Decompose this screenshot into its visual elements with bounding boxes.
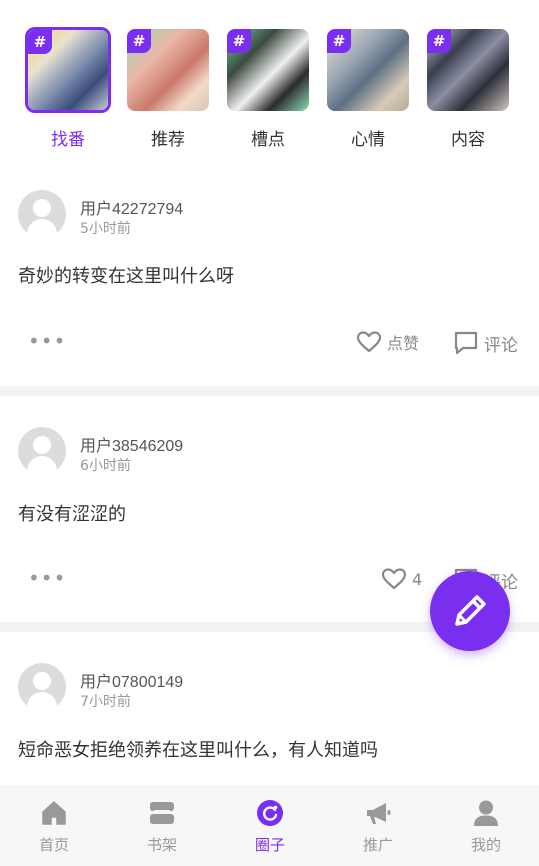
- username[interactable]: 用户07800149: [80, 668, 183, 692]
- nav-label: 书架: [146, 836, 177, 854]
- more-options-icon[interactable]: •••: [28, 568, 66, 588]
- username[interactable]: 用户42272794: [80, 195, 183, 219]
- hash-badge: #: [427, 29, 451, 53]
- more-options-icon[interactable]: •••: [28, 331, 66, 351]
- nav-item-home[interactable]: 首页: [0, 787, 108, 866]
- topic-label: 内容: [451, 130, 485, 150]
- username[interactable]: 用户38546209: [80, 432, 183, 456]
- topic-label: 心情: [351, 130, 385, 150]
- like-label: 点赞: [387, 334, 420, 353]
- nav-item-promote[interactable]: 推广: [324, 787, 432, 866]
- topic-item-find[interactable]: # 找番: [23, 27, 113, 150]
- topic-item-content[interactable]: # 内容: [423, 27, 513, 150]
- nav-item-bookshelf[interactable]: 书架: [108, 787, 216, 866]
- comment-icon: [454, 331, 478, 355]
- topic-row: # 找番 # 推荐 # 槽点 # 心情 # 内容: [0, 0, 539, 166]
- profile-icon: [474, 800, 498, 826]
- bottom-navigation: 首页 书架 圈子 推广 我的: [0, 786, 539, 866]
- heart-icon: [381, 568, 407, 590]
- pencil-icon: [455, 595, 486, 626]
- post-content[interactable]: 有没有涩涩的: [18, 500, 126, 526]
- nav-item-circle[interactable]: 圈子: [216, 787, 324, 866]
- avatar[interactable]: [18, 663, 66, 711]
- heart-icon: [356, 331, 382, 353]
- hash-badge: #: [227, 29, 251, 53]
- post-card[interactable]: 用户42272794 5小时前 奇妙的转变在这里叫什么呀 ••• 点赞 评论: [0, 166, 539, 386]
- post-time: 7小时前: [80, 694, 131, 710]
- comment-button[interactable]: 评论: [453, 330, 518, 356]
- post-card[interactable]: 用户07800149 7小时前 短命恶女拒绝领养在这里叫什么，有人知道吗: [0, 632, 539, 786]
- topic-thumbnail[interactable]: #: [425, 27, 511, 113]
- like-button[interactable]: 点赞: [356, 330, 419, 354]
- comment-label: 评论: [484, 335, 518, 356]
- topic-label: 推荐: [151, 130, 185, 150]
- topic-label: 找番: [51, 130, 85, 150]
- nav-label: 我的: [470, 836, 501, 854]
- topic-thumbnail[interactable]: #: [225, 27, 311, 113]
- post-content[interactable]: 短命恶女拒绝领养在这里叫什么，有人知道吗: [18, 736, 378, 762]
- hash-badge: #: [127, 29, 151, 53]
- topic-item-mood[interactable]: # 心情: [323, 27, 413, 150]
- divider: [0, 386, 539, 396]
- hash-badge: #: [327, 29, 351, 53]
- post-time: 5小时前: [80, 221, 131, 237]
- topic-thumbnail[interactable]: #: [25, 27, 111, 113]
- nav-label: 圈子: [254, 836, 285, 854]
- topic-item-complaint[interactable]: # 槽点: [223, 27, 313, 150]
- nav-label: 推广: [362, 836, 393, 854]
- home-icon: [42, 801, 66, 825]
- hash-badge: #: [28, 30, 52, 54]
- like-button[interactable]: 4: [381, 567, 422, 591]
- topic-item-recommend[interactable]: # 推荐: [123, 27, 213, 150]
- like-count: 4: [412, 569, 423, 589]
- topic-thumbnail[interactable]: #: [125, 27, 211, 113]
- circle-icon: [257, 800, 283, 826]
- nav-item-profile[interactable]: 我的: [432, 787, 539, 866]
- megaphone-icon: [367, 803, 391, 824]
- post-time: 6小时前: [80, 458, 131, 474]
- topic-thumbnail[interactable]: #: [325, 27, 411, 113]
- avatar[interactable]: [18, 190, 66, 238]
- topic-label: 槽点: [251, 130, 285, 150]
- compose-button[interactable]: [430, 571, 510, 651]
- bookshelf-icon: [150, 802, 174, 824]
- avatar[interactable]: [18, 427, 66, 475]
- nav-label: 首页: [38, 836, 69, 854]
- post-content[interactable]: 奇妙的转变在这里叫什么呀: [18, 262, 234, 288]
